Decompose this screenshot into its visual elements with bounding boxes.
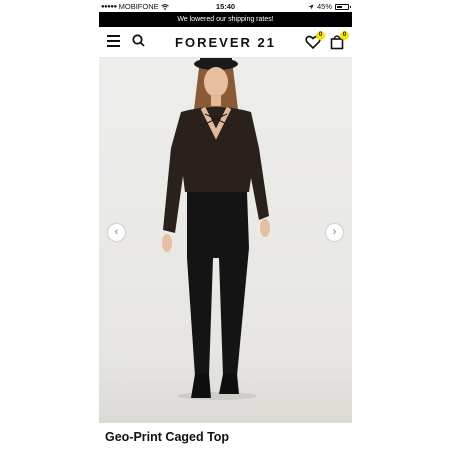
chevron-left-icon[interactable]: ‹ (108, 224, 125, 241)
location-icon (308, 4, 314, 9)
promo-banner[interactable]: We lowered our shipping rates! (99, 12, 352, 27)
site-header: FOREVER 21 0 0 (99, 27, 352, 58)
status-bar: ●●●●● MOBIFONE 15:40 45% (99, 0, 352, 12)
battery-percent: 45% (316, 2, 332, 11)
bag-count-badge: 0 (340, 31, 349, 40)
battery-level (337, 5, 342, 8)
wishlist-count-badge: 0 (316, 31, 325, 40)
menu-icon[interactable] (107, 35, 120, 47)
chevron-right-icon[interactable]: › (326, 224, 343, 241)
product-image[interactable]: ‹ › (99, 58, 352, 423)
battery-icon (335, 3, 351, 10)
wishlist-button[interactable]: 0 (305, 31, 325, 50)
app-frame: ●●●●● MOBIFONE 15:40 45% We lowered our … (99, 0, 352, 450)
model-figure (162, 58, 270, 400)
product-title: Geo-Print Caged Top (105, 430, 230, 444)
search-icon[interactable] (132, 34, 145, 47)
battery-status: 45% (308, 2, 351, 11)
bag-button[interactable]: 0 (329, 31, 349, 50)
